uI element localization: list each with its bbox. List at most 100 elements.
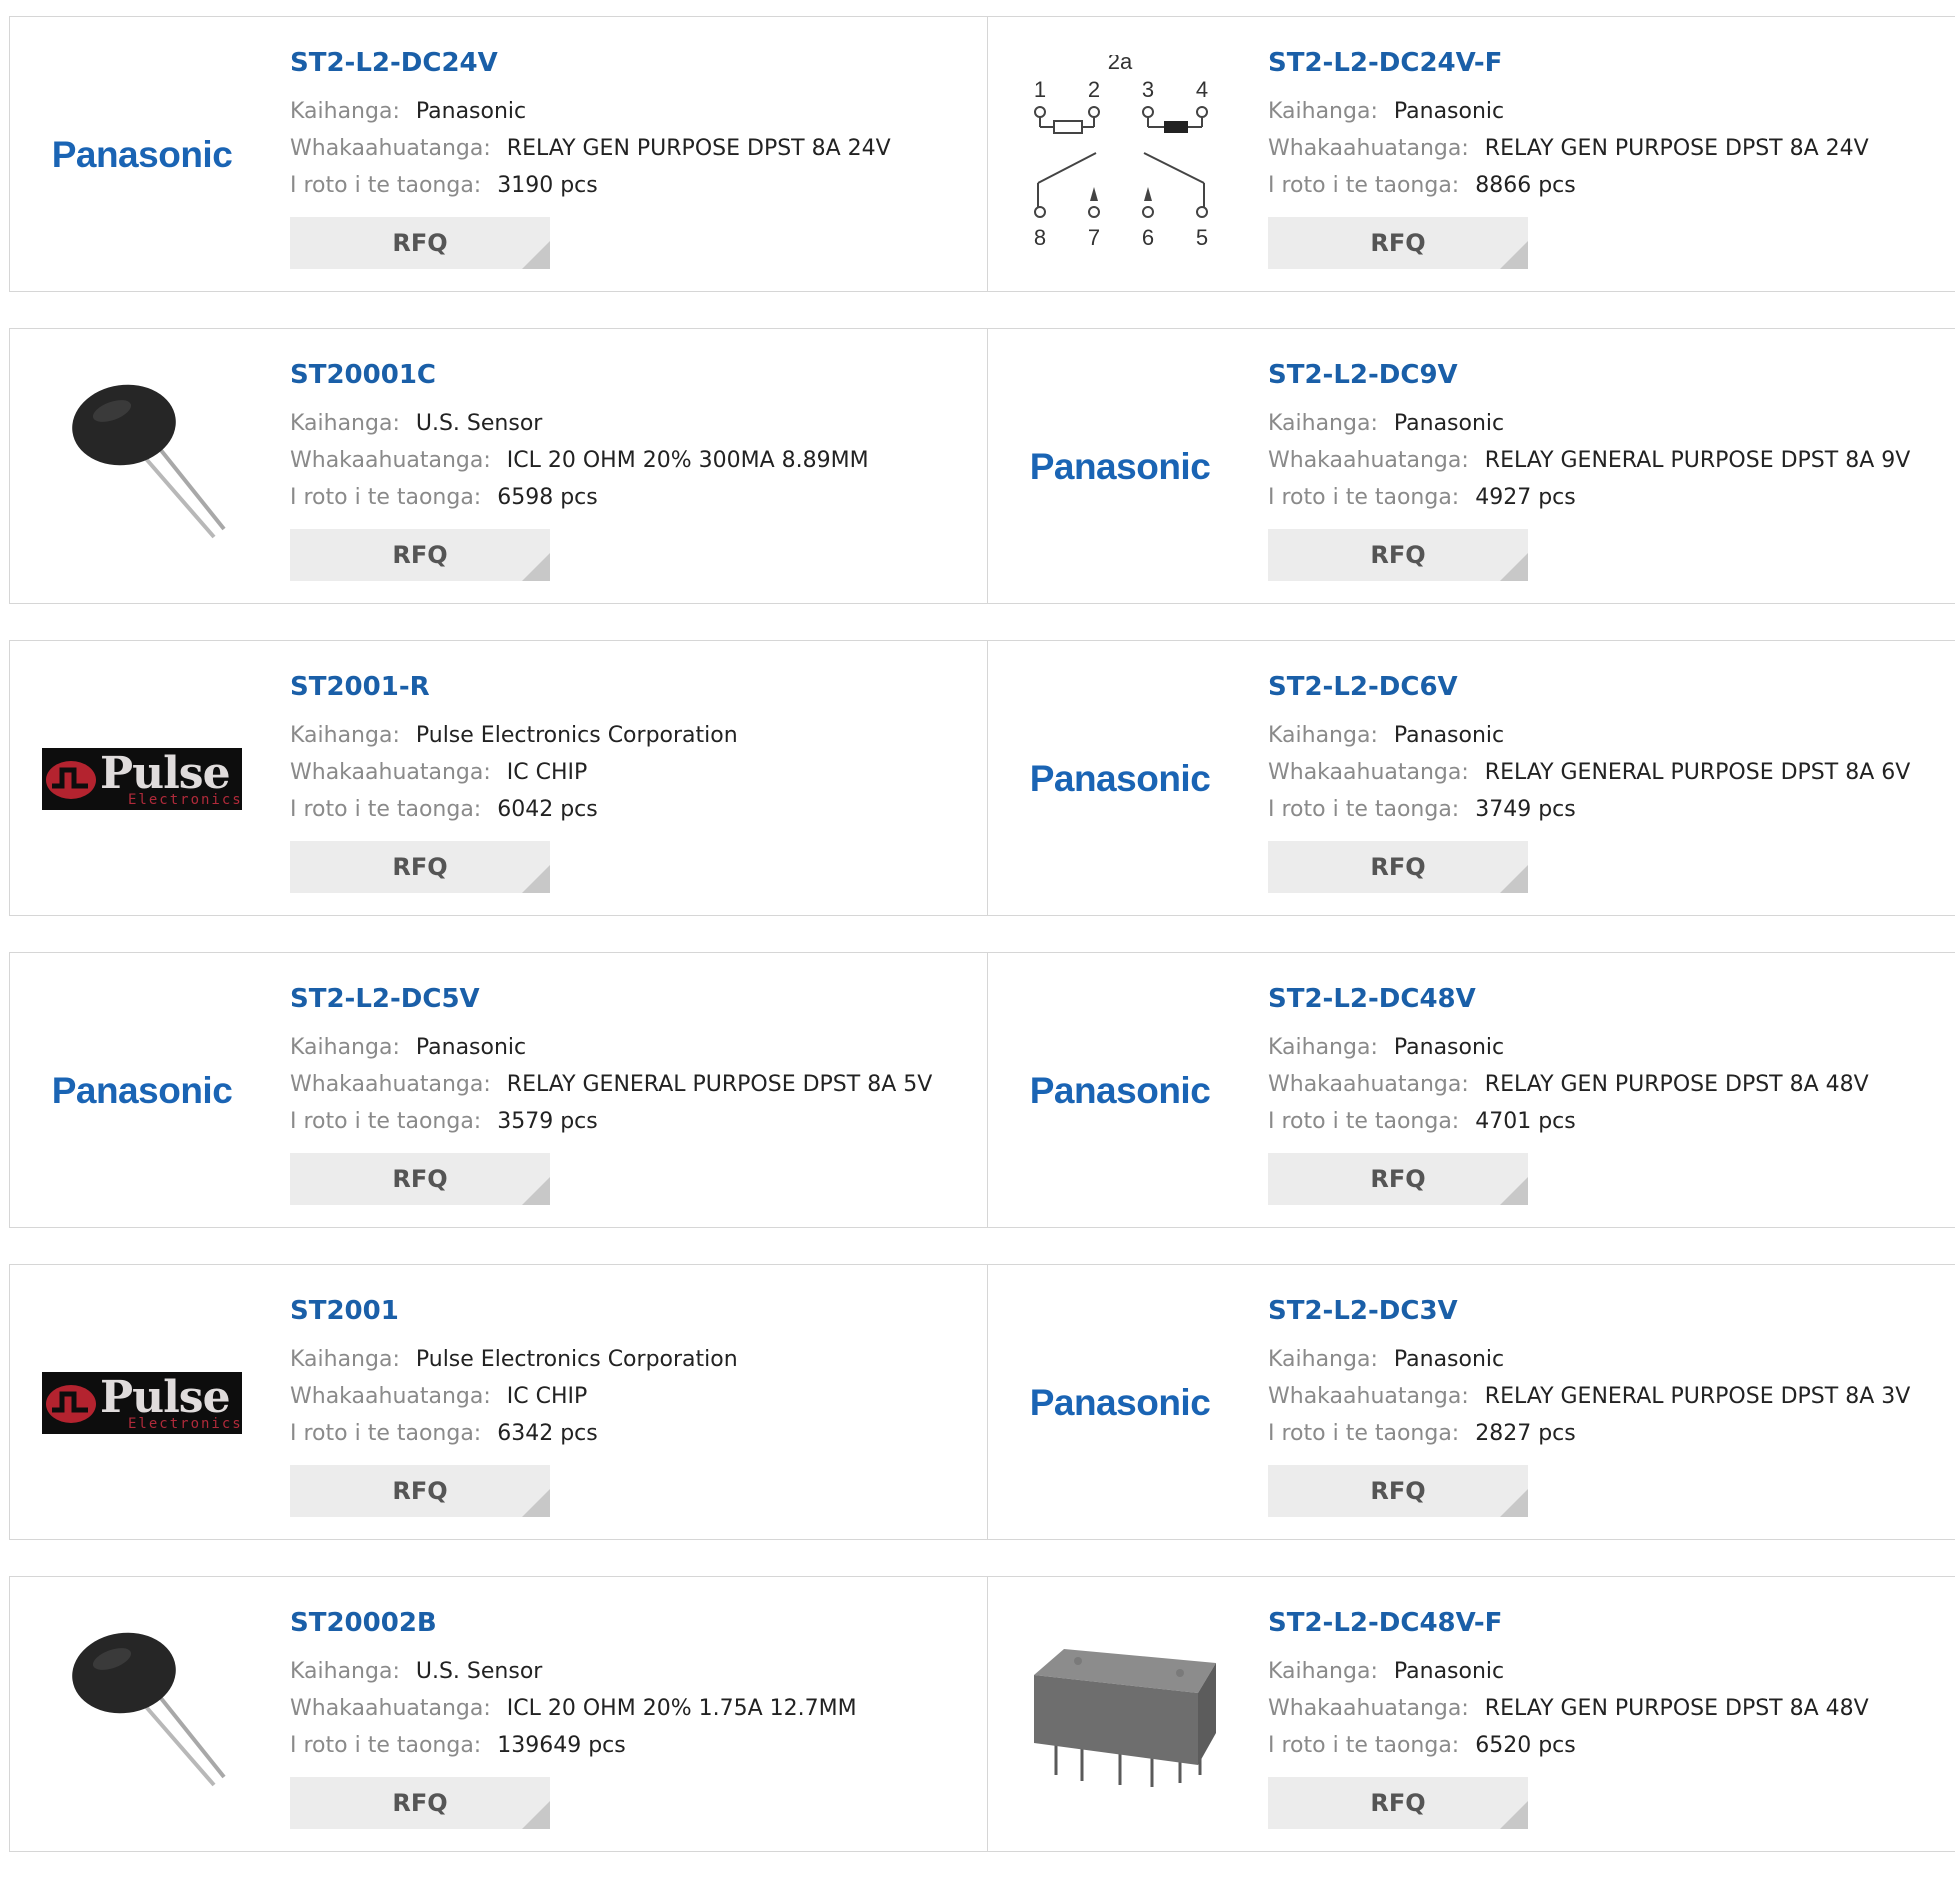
rfq-button[interactable]: RFQ xyxy=(290,1465,550,1517)
product-row: Panasonic ST2-L2-DC5V Kaihanga: Panasonic… xyxy=(9,952,1955,1228)
description-line: Whakaahuatanga: ICL 20 OHM 20% 300MA 8.89… xyxy=(290,442,869,479)
description-line: Whakaahuatanga: RELAY GENERAL PURPOSE DPS… xyxy=(1268,1378,1910,1415)
manufacturer-value: Panasonic xyxy=(415,1035,527,1060)
part-number-link[interactable]: ST2001-R xyxy=(290,669,738,705)
product-thumbnail[interactable]: Panasonic xyxy=(1020,679,1220,879)
part-number-link[interactable]: ST2-L2-DC24V-F xyxy=(1268,45,1869,81)
stock-line: I roto i te taonga: 139649 pcs xyxy=(290,1727,857,1764)
product-row: Pulse Electronics ST2001-R Kaihanga: Pulse… xyxy=(9,640,1955,916)
manufacturer-label: Kaihanga: xyxy=(1268,723,1378,748)
product-thumbnail[interactable] xyxy=(1020,1615,1220,1815)
diagram-pin: 7 xyxy=(1088,225,1100,250)
product-card: ST20001C Kaihanga: U.S. Sensor Whakaahuat… xyxy=(9,328,987,604)
rfq-button[interactable]: RFQ xyxy=(1268,1777,1528,1829)
description-line: Whakaahuatanga: RELAY GENERAL PURPOSE DPS… xyxy=(290,1066,932,1103)
panasonic-logo: Panasonic xyxy=(1029,1382,1211,1423)
description-line: Whakaahuatanga: RELAY GEN PURPOSE DPST 8A… xyxy=(1268,130,1869,167)
product-thumbnail[interactable]: Panasonic xyxy=(1020,1303,1220,1503)
rfq-label: RFQ xyxy=(392,1477,448,1505)
stock-label: I roto i te taonga: xyxy=(290,1733,482,1758)
rfq-button[interactable]: RFQ xyxy=(290,1777,550,1829)
product-thumbnail[interactable] xyxy=(42,1615,242,1815)
stock-line: I roto i te taonga: 6342 pcs xyxy=(290,1415,738,1452)
rfq-button[interactable]: RFQ xyxy=(290,529,550,581)
part-number-link[interactable]: ST2-L2-DC24V xyxy=(290,45,891,81)
stock-value: 8866 pcs xyxy=(1475,173,1576,198)
manufacturer-line: Kaihanga: Panasonic xyxy=(1268,405,1910,442)
description-label: Whakaahuatanga: xyxy=(290,136,491,161)
manufacturer-line: Kaihanga: Panasonic xyxy=(290,1029,932,1066)
part-number-link[interactable]: ST2-L2-DC3V xyxy=(1268,1293,1910,1329)
diagram-pin: 1 xyxy=(1034,77,1046,102)
part-number-link[interactable]: ST2-L2-DC6V xyxy=(1268,669,1910,705)
stock-label: I roto i te taonga: xyxy=(290,1109,482,1134)
product-thumbnail[interactable]: 2a 1 2 3 4 8 7 6 5 xyxy=(1020,55,1220,255)
manufacturer-label: Kaihanga: xyxy=(1268,411,1378,436)
stock-label: I roto i te taonga: xyxy=(1268,173,1460,198)
stock-label: I roto i te taonga: xyxy=(290,485,482,510)
description-label: Whakaahuatanga: xyxy=(1268,1384,1469,1409)
description-line: Whakaahuatanga: RELAY GEN PURPOSE DPST 8A… xyxy=(1268,1066,1869,1103)
description-value: RELAY GENERAL PURPOSE DPST 8A 9V xyxy=(1484,448,1911,473)
rfq-button[interactable]: RFQ xyxy=(1268,1153,1528,1205)
stock-label: I roto i te taonga: xyxy=(1268,485,1460,510)
manufacturer-value: Panasonic xyxy=(1393,1347,1505,1372)
product-row: Panasonic ST2-L2-DC24V Kaihanga: Panasoni… xyxy=(9,16,1955,292)
description-line: Whakaahuatanga: RELAY GENERAL PURPOSE DPS… xyxy=(1268,754,1910,791)
rfq-button[interactable]: RFQ xyxy=(290,217,550,269)
rfq-button[interactable]: RFQ xyxy=(1268,217,1528,269)
product-thumbnail[interactable]: Panasonic xyxy=(42,991,242,1191)
stock-line: I roto i te taonga: 6598 pcs xyxy=(290,479,869,516)
product-info: ST20002B Kaihanga: U.S. Sensor Whakaahuat… xyxy=(290,1605,857,1829)
part-number-link[interactable]: ST2-L2-DC48V-F xyxy=(1268,1605,1869,1641)
corner-fold-icon xyxy=(1500,1801,1528,1829)
stock-label: I roto i te taonga: xyxy=(290,1421,482,1446)
stock-value: 139649 pcs xyxy=(497,1733,626,1758)
panasonic-logo: Panasonic xyxy=(1029,758,1211,799)
rfq-button[interactable]: RFQ xyxy=(290,1153,550,1205)
part-number-link[interactable]: ST2-L2-DC48V xyxy=(1268,981,1869,1017)
stock-label: I roto i te taonga: xyxy=(290,173,482,198)
corner-fold-icon xyxy=(522,1177,550,1205)
product-info: ST20001C Kaihanga: U.S. Sensor Whakaahuat… xyxy=(290,357,869,581)
manufacturer-line: Kaihanga: U.S. Sensor xyxy=(290,405,869,442)
rfq-label: RFQ xyxy=(1370,541,1426,569)
rfq-button[interactable]: RFQ xyxy=(290,841,550,893)
manufacturer-label: Kaihanga: xyxy=(290,723,400,748)
product-thumbnail[interactable]: Panasonic xyxy=(42,55,242,255)
part-number-link[interactable]: ST2001 xyxy=(290,1293,738,1329)
product-info: ST2-L2-DC24V-F Kaihanga: Panasonic Whakaa… xyxy=(1268,45,1869,269)
description-value: RELAY GENERAL PURPOSE DPST 8A 5V xyxy=(506,1072,933,1097)
stock-line: I roto i te taonga: 6042 pcs xyxy=(290,791,738,828)
product-card: ST2-L2-DC48V-F Kaihanga: Panasonic Whakaa… xyxy=(987,1576,1955,1852)
rfq-button[interactable]: RFQ xyxy=(1268,841,1528,893)
product-row: ST20001C Kaihanga: U.S. Sensor Whakaahuat… xyxy=(9,328,1955,604)
stock-label: I roto i te taonga: xyxy=(290,797,482,822)
product-card: Panasonic ST2-L2-DC24V Kaihanga: Panasoni… xyxy=(9,16,987,292)
product-thumbnail[interactable] xyxy=(42,367,242,567)
stock-value: 3579 pcs xyxy=(497,1109,598,1134)
product-thumbnail[interactable]: Pulse Electronics xyxy=(42,1303,242,1503)
part-number-link[interactable]: ST2-L2-DC5V xyxy=(290,981,932,1017)
corner-fold-icon xyxy=(522,553,550,581)
thermistor-image xyxy=(72,384,226,539)
stock-line: I roto i te taonga: 4701 pcs xyxy=(1268,1103,1869,1140)
manufacturer-value: Pulse Electronics Corporation xyxy=(415,1347,738,1372)
diagram-pin: 8 xyxy=(1034,225,1046,250)
description-label: Whakaahuatanga: xyxy=(1268,760,1469,785)
rfq-button[interactable]: RFQ xyxy=(1268,529,1528,581)
rfq-label: RFQ xyxy=(392,1165,448,1193)
stock-label: I roto i te taonga: xyxy=(1268,797,1460,822)
part-number-link[interactable]: ST20001C xyxy=(290,357,869,393)
corner-fold-icon xyxy=(1500,1177,1528,1205)
part-number-link[interactable]: ST20002B xyxy=(290,1605,857,1641)
manufacturer-label: Kaihanga: xyxy=(1268,1347,1378,1372)
product-thumbnail[interactable]: Panasonic xyxy=(1020,991,1220,1191)
rfq-button[interactable]: RFQ xyxy=(1268,1465,1528,1517)
manufacturer-line: Kaihanga: Panasonic xyxy=(1268,1653,1869,1690)
product-thumbnail[interactable]: Panasonic xyxy=(1020,367,1220,567)
product-info: ST2-L2-DC48V Kaihanga: Panasonic Whakaahu… xyxy=(1268,981,1869,1205)
product-thumbnail[interactable]: Pulse Electronics xyxy=(42,679,242,879)
rfq-label: RFQ xyxy=(392,541,448,569)
part-number-link[interactable]: ST2-L2-DC9V xyxy=(1268,357,1910,393)
